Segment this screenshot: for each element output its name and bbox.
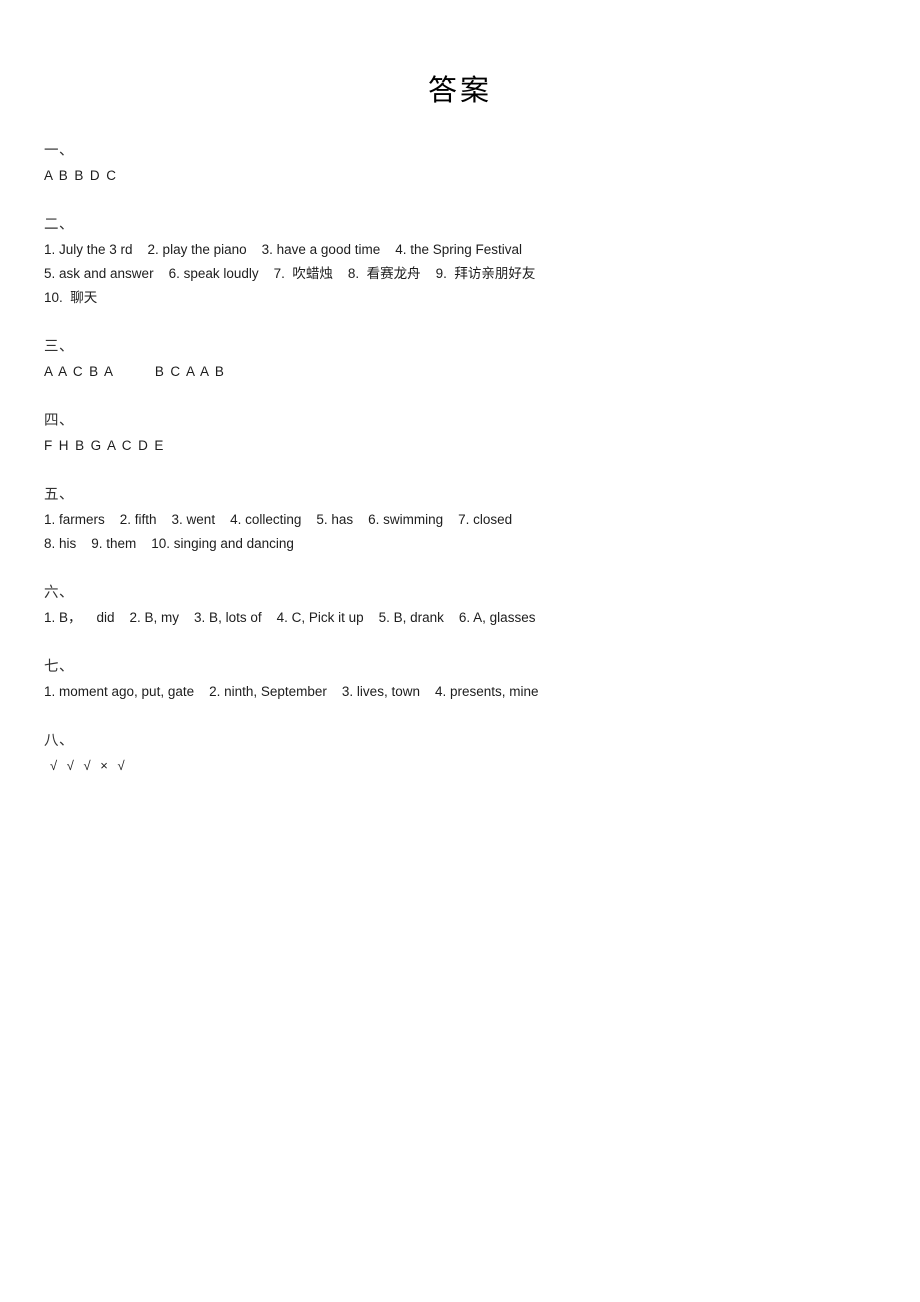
answer-section: 六、 1. B， did 2. B, my 3. B, lots of 4. C,… bbox=[44, 582, 644, 630]
page-title: 答案 bbox=[427, 73, 492, 107]
answer-key-page: 答案 一、 A B B D C 二、 1. July the 3 rd 2. play… bbox=[0, 0, 920, 1302]
answer-line: 1. moment ago, put, gate 2. ninth, Septe… bbox=[44, 684, 539, 699]
answer-section: 一、 A B B D C bbox=[44, 140, 644, 188]
answer-line: 8. his 9. them 10. singing and dancing bbox=[44, 536, 294, 551]
answer-line: 10. 聊天 bbox=[44, 290, 98, 305]
answer-section: 五、 1. farmers 2. fifth 3. went 4. collect… bbox=[44, 484, 644, 556]
section-heading: 四、 bbox=[44, 413, 74, 429]
answer-line: 1. farmers 2. fifth 3. went 4. collectin… bbox=[44, 512, 513, 527]
answer-section: 四、 F H B G A C D E bbox=[44, 410, 644, 458]
section-heading: 一、 bbox=[44, 143, 74, 159]
answer-line: √ √ √ × √ bbox=[50, 758, 128, 773]
answer-line: A B B D C bbox=[44, 168, 118, 183]
section-heading: 三、 bbox=[44, 339, 74, 355]
answer-line: 1. July the 3 rd 2. play the piano 3. ha… bbox=[44, 242, 523, 257]
answer-section: 七、 1. moment ago, put, gate 2. ninth, Sep… bbox=[44, 656, 644, 704]
answer-line: A A C B A B C A A B bbox=[44, 364, 226, 379]
section-heading: 六、 bbox=[44, 585, 74, 601]
answer-line: F H B G A C D E bbox=[44, 438, 165, 453]
section-heading: 五、 bbox=[44, 487, 74, 503]
answer-section: 八、 √ √ √ × √ bbox=[44, 730, 644, 778]
answer-line: 5. ask and answer 6. speak loudly 7. 吹蜡烛… bbox=[44, 266, 536, 281]
section-heading: 八、 bbox=[44, 733, 74, 749]
section-heading: 七、 bbox=[44, 659, 74, 675]
answers-body: 一、 A B B D C 二、 1. July the 3 rd 2. play th… bbox=[44, 140, 644, 778]
answer-section: 二、 1. July the 3 rd 2. play the piano 3. … bbox=[44, 214, 644, 310]
answer-line: 1. B， did 2. B, my 3. B, lots of 4. C, P… bbox=[44, 610, 536, 625]
section-heading: 二、 bbox=[44, 217, 74, 233]
answer-section: 三、 A A C B A B C A A B bbox=[44, 336, 644, 384]
